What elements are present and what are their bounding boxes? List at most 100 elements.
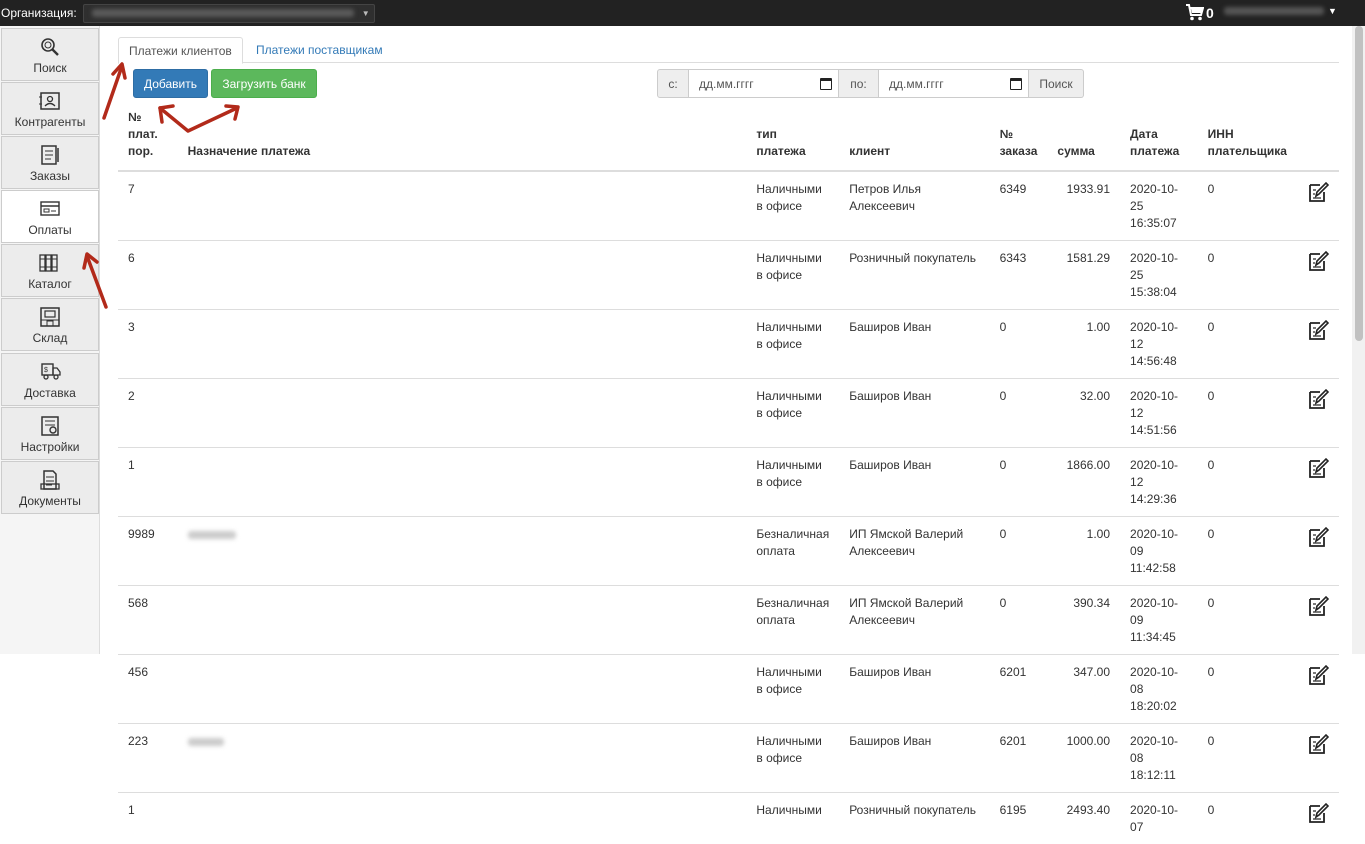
payment-client: ИП Ямской ВалерийАлексеевич [839, 517, 989, 586]
table-row[interactable]: 2Наличнымив офисеБаширов Иван032.002020-… [118, 379, 1339, 448]
payment-date: 2020-10-07 [1120, 793, 1198, 844]
payment-type: Наличнымив офисе [746, 310, 839, 379]
row-actions [1297, 517, 1339, 586]
table-row[interactable]: 1НаличнымиРозничный покупатель61952493.4… [118, 793, 1339, 844]
payment-purpose [178, 310, 747, 379]
table-row[interactable]: 7Наличнымив офисеПетров ИльяАлексеевич63… [118, 171, 1339, 241]
cart-button[interactable]: 0 [1186, 4, 1214, 21]
payment-sum: 32.00 [1047, 379, 1120, 448]
payment-date: 2020-10-0818:12:11 [1120, 724, 1198, 793]
sidebar-item-settings[interactable]: Настройки [1, 407, 99, 460]
edit-icon[interactable] [1307, 388, 1329, 410]
sidebar-item-orders[interactable]: Заказы [1, 136, 99, 189]
contacts-icon [39, 91, 61, 111]
col-header-inn: ИНН плательщика [1198, 105, 1297, 171]
edit-icon[interactable] [1307, 526, 1329, 548]
table-row[interactable]: 1Наличнымив офисеБаширов Иван01866.00202… [118, 448, 1339, 517]
payment-client: ИП Ямской ВалерийАлексеевич [839, 586, 989, 655]
sidebar-item-payments[interactable]: Оплаты [1, 190, 99, 243]
payment-sum: 1581.29 [1047, 241, 1120, 310]
order-number: 6349 [990, 171, 1048, 241]
row-actions [1297, 655, 1339, 724]
organization-name-redacted [92, 9, 354, 17]
payment-client: Баширов Иван [839, 724, 989, 793]
search-button[interactable]: Поиск [1029, 69, 1084, 98]
payment-type: Наличными [746, 793, 839, 844]
payment-type: Наличнымив офисе [746, 171, 839, 241]
col-header-client: клиент [839, 105, 989, 171]
edit-icon[interactable] [1307, 802, 1329, 824]
payer-inn: 0 [1198, 379, 1297, 448]
sidebar-item-warehouse[interactable]: Склад [1, 298, 99, 351]
to-label: по: [839, 69, 879, 98]
payment-sum: 347.00 [1047, 655, 1120, 724]
order-number: 0 [990, 379, 1048, 448]
payment-client: Баширов Иван [839, 379, 989, 448]
row-actions [1297, 171, 1339, 241]
payment-purpose [178, 241, 747, 310]
upload-bank-button[interactable]: Загрузить банк [211, 69, 317, 98]
sidebar-item-delivery[interactable]: $ Доставка [1, 353, 99, 406]
payment-number: 1 [118, 448, 178, 517]
edit-icon[interactable] [1307, 664, 1329, 686]
edit-icon[interactable] [1307, 457, 1329, 479]
payment-sum: 1000.00 [1047, 724, 1120, 793]
edit-icon[interactable] [1307, 595, 1329, 617]
documents-icon [39, 470, 61, 490]
date-from-input[interactable]: дд.мм.гггг [689, 69, 839, 98]
payment-date: 2020-10-1214:29:36 [1120, 448, 1198, 517]
purpose-redacted [188, 531, 236, 539]
payment-client: Баширов Иван [839, 310, 989, 379]
scrollbar-thumb[interactable] [1355, 26, 1363, 341]
edit-icon[interactable] [1307, 250, 1329, 272]
payment-type: Наличнымив офисе [746, 724, 839, 793]
add-payment-button[interactable]: Добавить [133, 69, 208, 98]
payer-inn: 0 [1198, 655, 1297, 724]
table-row[interactable]: 9989БезналичнаяоплатаИП Ямской ВалерийАл… [118, 517, 1339, 586]
payment-tabs: Платежи клиентов Платежи поставщикам [118, 37, 1339, 63]
payer-inn: 0 [1198, 586, 1297, 655]
payment-number: 7 [118, 171, 178, 241]
calendar-icon[interactable] [820, 78, 832, 90]
date-to-input[interactable]: дд.мм.гггг [879, 69, 1029, 98]
payment-purpose [178, 517, 747, 586]
table-row[interactable]: 223Наличнымив офисеБаширов Иван62011000.… [118, 724, 1339, 793]
sidebar-item-catalog[interactable]: Каталог [1, 244, 99, 297]
table-row[interactable]: 568БезналичнаяоплатаИП Ямской ВалерийАле… [118, 586, 1339, 655]
tab-supplier-payments[interactable]: Платежи поставщикам [246, 37, 393, 63]
order-number: 0 [990, 586, 1048, 655]
col-header-date: Дата платежа [1120, 105, 1198, 171]
table-row[interactable]: 456Наличнымив офисеБаширов Иван6201347.0… [118, 655, 1339, 724]
order-number: 0 [990, 517, 1048, 586]
payment-client: Розничный покупатель [839, 793, 989, 844]
table-row[interactable]: 6Наличнымив офисеРозничный покупатель634… [118, 241, 1339, 310]
payment-date: 2020-10-2516:35:07 [1120, 171, 1198, 241]
orders-icon [39, 145, 61, 165]
payment-type: Наличнымив офисе [746, 448, 839, 517]
payment-sum: 1933.91 [1047, 171, 1120, 241]
search-icon [39, 37, 61, 57]
edit-icon[interactable] [1307, 733, 1329, 755]
page-scrollbar[interactable] [1352, 26, 1365, 654]
payer-inn: 0 [1198, 724, 1297, 793]
table-row[interactable]: 3Наличнымив офисеБаширов Иван01.002020-1… [118, 310, 1339, 379]
row-actions [1297, 310, 1339, 379]
payer-inn: 0 [1198, 793, 1297, 844]
payment-purpose [178, 793, 747, 844]
edit-icon[interactable] [1307, 319, 1329, 341]
sidebar-item-documents[interactable]: Документы [1, 461, 99, 514]
calendar-icon[interactable] [1010, 78, 1022, 90]
tab-client-payments[interactable]: Платежи клиентов [118, 37, 243, 64]
sidebar-item-label: Настройки [21, 440, 80, 454]
sidebar-item-contractors[interactable]: Контрагенты [1, 82, 99, 135]
payment-type: Наличнымив офисе [746, 241, 839, 310]
payer-inn: 0 [1198, 241, 1297, 310]
edit-icon[interactable] [1307, 181, 1329, 203]
payment-date: 2020-10-1214:56:48 [1120, 310, 1198, 379]
sidebar-item-search[interactable]: Поиск [1, 28, 99, 81]
user-menu[interactable]: ▼ [1224, 6, 1337, 16]
catalog-icon [39, 253, 61, 273]
payment-type: Наличнымив офисе [746, 379, 839, 448]
payment-number: 2 [118, 379, 178, 448]
organization-select[interactable]: ▼ [83, 4, 375, 23]
